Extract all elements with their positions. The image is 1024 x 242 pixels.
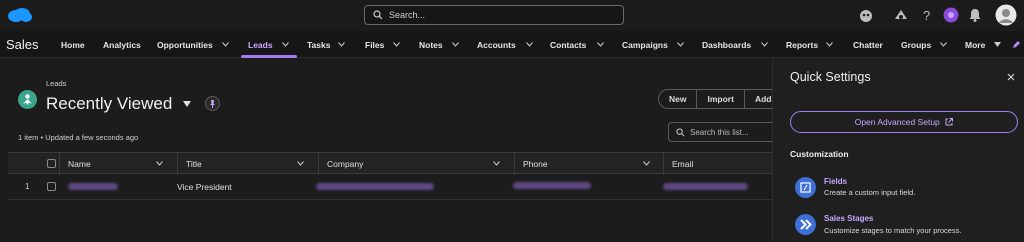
chevron-down-icon[interactable] (222, 42, 229, 47)
nav-item-accounts[interactable]: Accounts (477, 40, 516, 50)
nav-item-chatter[interactable]: Chatter (853, 40, 883, 50)
chevron-down-icon[interactable] (393, 42, 400, 47)
column-header-phone[interactable]: Phone (514, 153, 663, 175)
chevron-down-icon[interactable] (338, 42, 345, 47)
nav-item-groups[interactable]: Groups (901, 40, 931, 50)
import-button[interactable]: Import (697, 90, 745, 108)
external-link-icon (945, 118, 954, 126)
nav-item-campaigns[interactable]: Campaigns (622, 40, 668, 50)
chevron-down-icon[interactable] (493, 161, 500, 166)
table-row[interactable]: 1 Vice President (8, 174, 772, 200)
column-label: Email (672, 159, 694, 169)
feature-description: Create a custom input field. (824, 188, 916, 197)
open-advanced-setup-button[interactable]: Open Advanced Setup (790, 111, 1018, 133)
salesforce-logo-icon[interactable] (6, 6, 34, 24)
feature-title-sales-stages[interactable]: Sales Stages (824, 214, 873, 223)
nav-item-tasks[interactable]: Tasks (307, 40, 330, 50)
nav-item-leads[interactable]: Leads (248, 40, 273, 50)
column-label: Title (186, 159, 202, 169)
nav-item-more[interactable]: More (965, 40, 985, 50)
setup-assistant-icon[interactable] (893, 7, 909, 23)
pin-icon[interactable] (205, 96, 220, 111)
einstein-icon[interactable] (943, 7, 959, 23)
chevron-down-icon[interactable] (297, 161, 304, 166)
nav-item-contacts[interactable]: Contacts (550, 40, 586, 50)
feature-title-fields[interactable]: Fields (824, 177, 847, 186)
select-all-checkbox[interactable] (47, 159, 56, 168)
app-navigation-bar: Sales Home Analytics Opportunities Leads… (0, 31, 1024, 58)
redacted-company[interactable] (316, 183, 434, 190)
column-label: Phone (523, 159, 548, 169)
chevrons-right-icon (800, 219, 812, 230)
column-header-name[interactable]: Name (59, 153, 177, 175)
chevron-down-icon[interactable] (282, 42, 289, 47)
list-view-title[interactable]: Recently Viewed (46, 94, 172, 114)
object-label: Leads (46, 79, 67, 88)
button-label: Open Advanced Setup (854, 117, 940, 127)
column-header-title[interactable]: Title (177, 153, 318, 175)
fields-feature-icon[interactable] (795, 177, 816, 198)
list-search-input[interactable]: Search this list... (668, 122, 778, 142)
nav-item-analytics[interactable]: Analytics (103, 40, 141, 50)
help-icon[interactable]: ? (920, 7, 934, 23)
chevron-down-icon[interactable] (826, 42, 833, 47)
chevron-down-icon[interactable] (597, 42, 604, 47)
chevron-down-icon[interactable] (452, 42, 459, 47)
chevron-down-icon[interactable] (526, 42, 533, 47)
nav-item-reports[interactable]: Reports (786, 40, 818, 50)
chevron-down-icon[interactable] (940, 42, 947, 47)
nav-item-opportunities[interactable]: Opportunities (157, 40, 213, 50)
astro-icon[interactable] (858, 7, 874, 23)
notifications-icon[interactable] (968, 7, 982, 23)
list-actions-button-group: New Import Add (658, 89, 784, 109)
user-avatar[interactable] (995, 4, 1017, 26)
quick-settings-panel: Quick Settings Open Advanced Setup Custo… (772, 58, 1024, 242)
list-search-placeholder: Search this list... (690, 128, 749, 137)
column-label: Company (327, 159, 364, 169)
chevron-down-icon[interactable] (761, 42, 768, 47)
nav-item-dashboards[interactable]: Dashboards (702, 40, 751, 50)
row-number: 1 (25, 182, 30, 191)
search-icon (676, 128, 685, 137)
edit-field-icon (800, 182, 811, 193)
svg-text:?: ? (923, 8, 930, 23)
row-checkbox[interactable] (47, 182, 56, 191)
search-icon (373, 10, 383, 20)
nav-item-home[interactable]: Home (61, 40, 85, 50)
search-placeholder: Search... (389, 10, 426, 20)
global-search-input[interactable]: Search... (364, 5, 624, 25)
column-header-email[interactable]: Email (663, 153, 772, 175)
new-button[interactable]: New (659, 90, 698, 108)
row-title: Vice President (177, 182, 232, 192)
column-header-company[interactable]: Company (318, 153, 514, 175)
chevron-down-icon[interactable] (677, 42, 684, 47)
edit-nav-icon[interactable] (1012, 40, 1021, 49)
nav-item-files[interactable]: Files (365, 40, 384, 50)
leads-object-icon (18, 90, 37, 109)
close-icon[interactable] (1007, 73, 1015, 81)
redacted-email[interactable] (663, 183, 748, 190)
section-title: Customization (790, 149, 849, 159)
list-view-panel (0, 58, 772, 242)
person-star-icon (23, 94, 32, 105)
nav-item-notes[interactable]: Notes (419, 40, 443, 50)
table-header: Name Title Company Phone Email (8, 152, 772, 175)
feature-description: Customize stages to match your process. (824, 226, 962, 235)
app-name: Sales (6, 37, 39, 52)
chevron-down-icon[interactable] (156, 161, 163, 166)
global-header: Search... ? (0, 0, 1024, 31)
caret-down-icon[interactable] (994, 42, 1001, 47)
redacted-phone[interactable] (513, 182, 591, 189)
sales-stages-feature-icon[interactable] (795, 214, 816, 235)
list-view-picker-icon[interactable] (183, 101, 191, 107)
panel-title: Quick Settings (790, 70, 871, 84)
list-status-text: 1 item • Updated a few seconds ago (18, 133, 139, 142)
column-label: Name (68, 159, 91, 169)
redacted-name[interactable] (68, 183, 118, 190)
chevron-down-icon[interactable] (643, 161, 650, 166)
